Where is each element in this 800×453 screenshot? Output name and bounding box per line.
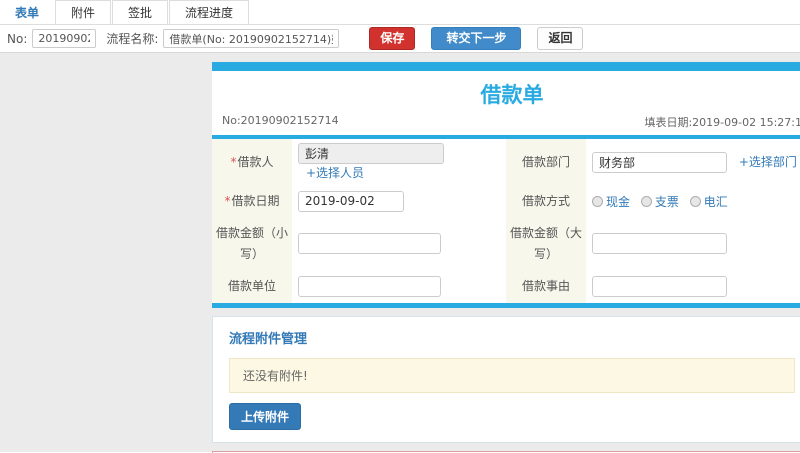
dept-input[interactable] [592, 151, 727, 173]
flow-name-input[interactable] [163, 29, 340, 48]
table-row: 借款金额（小写） 借款金额（大写） [212, 217, 800, 271]
amount-lower-input[interactable] [298, 233, 441, 255]
no-input[interactable] [32, 29, 97, 48]
top-accent-bar [212, 62, 800, 71]
radio-cheque[interactable]: 支票 [640, 193, 679, 210]
radio-cash[interactable]: 现金 [592, 193, 630, 210]
amount-lower-label-cell: 借款金额（小写） [212, 217, 292, 271]
table-row: *借款人 +选择人员 借款部门 +选择部门 [212, 139, 800, 185]
reason-label-cell: 借款事由 [506, 270, 586, 303]
date-label-cell: *借款日期 [212, 185, 292, 218]
unit-label-cell: 借款单位 [212, 270, 292, 303]
select-person-link[interactable]: +选择人员 [306, 166, 364, 180]
borrow-date-input[interactable] [298, 190, 404, 212]
no-attachments-alert: 还没有附件! [229, 357, 795, 393]
select-dept-link[interactable]: +选择部门 [739, 155, 797, 169]
table-row: 借款单位 借款事由 [212, 270, 800, 303]
dept-label-cell: 借款部门 [506, 139, 586, 185]
method-label-cell: 借款方式 [506, 185, 586, 218]
loan-form-table: *借款人 +选择人员 借款部门 +选择部门 *借款日期 [212, 139, 800, 303]
attachments-title: 流程附件管理 [229, 331, 308, 347]
flow-name-label: 流程名称: [106, 32, 159, 46]
radio-wire[interactable]: 电汇 [689, 193, 728, 210]
borrow-unit-input[interactable] [298, 275, 441, 297]
attachments-panel: 流程附件管理 还没有附件! 上传附件 [212, 315, 800, 443]
tab-progress[interactable]: 流程进度 [169, 0, 250, 24]
borrower-input [298, 143, 444, 164]
form-no-text: No:20190902152714 [222, 114, 339, 127]
borrower-label-cell: *借款人 [212, 139, 292, 185]
back-button[interactable]: 返回 [537, 27, 584, 50]
form-meta-row: No:20190902152714 填表日期:2019-09-02 15:27:… [212, 114, 800, 135]
required-mark: * [224, 194, 231, 208]
table-row: *借款日期 借款方式 现金 支票 电汇 [212, 185, 800, 218]
no-label: No: [7, 31, 28, 46]
upload-attachment-button[interactable]: 上传附件 [229, 402, 302, 430]
radio-circle-icon [640, 195, 652, 207]
form-title: 借款单 [480, 83, 544, 107]
tab-sign[interactable]: 签批 [112, 0, 169, 24]
bottom-accent-bar [212, 302, 800, 308]
borrow-reason-input[interactable] [592, 275, 727, 297]
method-radio-group: 现金 支票 电汇 [586, 185, 800, 218]
form-date-text: 填表日期:2019-09-02 15:27:1 [644, 116, 800, 129]
tab-attachments[interactable]: 附件 [55, 0, 112, 24]
radio-circle-icon [592, 195, 603, 207]
amount-upper-input[interactable] [592, 233, 727, 255]
tab-bar: 表单 附件 签批 流程进度 [0, 0, 800, 25]
required-mark: * [230, 154, 237, 169]
action-toolbar: No: 流程名称: 保存 转交下一步 返回 [0, 25, 800, 53]
tab-form[interactable]: 表单 [0, 0, 55, 24]
content-area: 借款单 No:20190902152714 填表日期:2019-09-02 15… [0, 53, 800, 453]
forward-next-step-button[interactable]: 转交下一步 [431, 27, 522, 50]
radio-circle-icon [689, 195, 701, 207]
save-button[interactable]: 保存 [369, 27, 416, 50]
loan-form-panel: 借款单 No:20190902152714 填表日期:2019-09-02 15… [212, 62, 800, 308]
amount-upper-label-cell: 借款金额（大写） [506, 217, 586, 271]
